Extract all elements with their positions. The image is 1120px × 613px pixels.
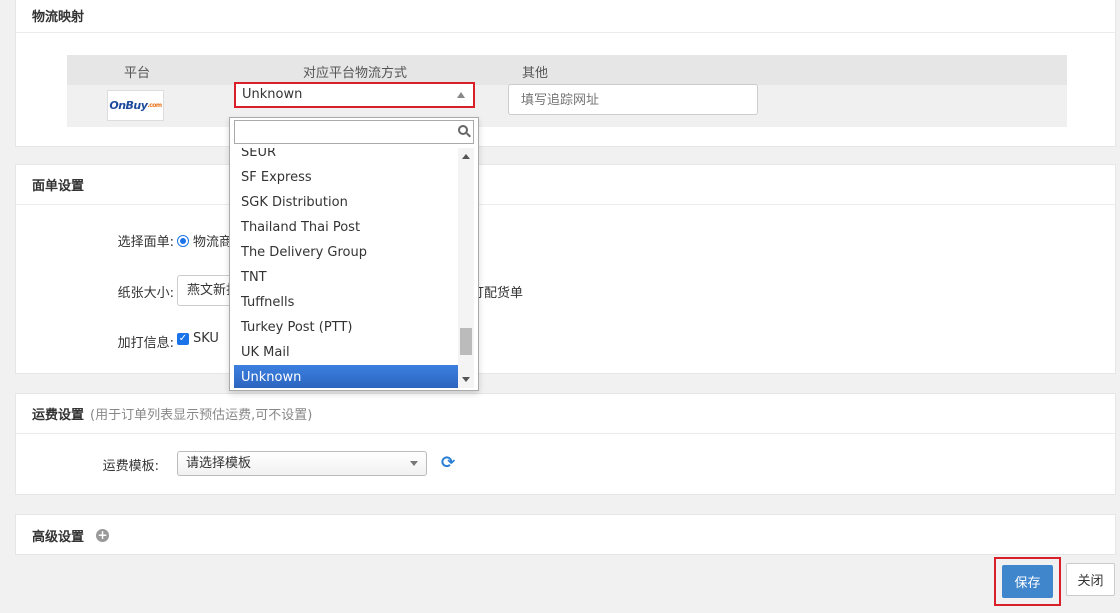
- radio-checked-icon: [177, 234, 189, 247]
- save-button-highlight: 保存: [994, 557, 1061, 606]
- dropdown-option[interactable]: Tuffnells: [234, 290, 458, 315]
- search-icon: [458, 125, 468, 135]
- close-button[interactable]: 关闭: [1066, 563, 1115, 596]
- logistics-mapping-table: 平台 对应平台物流方式 其他 OnBuy .com Unknown: [67, 55, 1067, 127]
- save-button[interactable]: 保存: [1002, 565, 1053, 598]
- dropdown-option[interactable]: SGK Distribution: [234, 190, 458, 215]
- header-platform: 平台: [124, 66, 151, 81]
- chevron-up-icon: [457, 92, 465, 98]
- scroll-down-icon[interactable]: [462, 377, 470, 382]
- freight-settings-header: 运费设置 (用于订单列表显示预估运费,可不设置): [16, 394, 1115, 434]
- dropdown-option[interactable]: UK Mail: [234, 340, 458, 365]
- tracking-url-input[interactable]: [508, 84, 758, 115]
- logistics-method-select[interactable]: Unknown: [234, 82, 475, 108]
- header-method: 对应平台物流方式: [303, 66, 408, 81]
- dropdown-options-list: SEUR SF Express SGK Distribution Thailand T…: [234, 148, 458, 388]
- label-settings-panel: 面单设置 选择面单: 物流商 纸张大小: 燕文新打 打配货单 加打信息: ✓ S…: [15, 164, 1116, 374]
- advanced-settings-header[interactable]: 高级设置 +: [16, 515, 1115, 555]
- freight-template-select[interactable]: 请选择模板: [177, 451, 427, 476]
- dropdown-option[interactable]: Turkey Post (PTT): [234, 315, 458, 340]
- table-row: OnBuy .com Unknown: [67, 82, 1067, 127]
- dropdown-scrollbar[interactable]: [458, 148, 474, 388]
- advanced-settings-panel: 高级设置 +: [15, 514, 1116, 555]
- logistics-method-dropdown: SEUR SF Express SGK Distribution Thailand T…: [229, 117, 479, 391]
- dropdown-option[interactable]: The Delivery Group: [234, 240, 458, 265]
- header-other: 其他: [522, 66, 549, 81]
- template-label: 运费模板:: [102, 459, 159, 474]
- dropdown-option[interactable]: Unknown: [234, 365, 458, 388]
- onbuy-logo: OnBuy .com: [107, 90, 164, 121]
- label-settings-title: 面单设置: [16, 165, 1115, 205]
- dropdown-search-input[interactable]: [234, 120, 474, 144]
- refresh-icon[interactable]: ⟳: [441, 453, 455, 473]
- freight-settings-panel: 运费设置 (用于订单列表显示预估运费,可不设置) 运费模板: 请选择模板 ⟳: [15, 393, 1116, 495]
- sku-checkbox[interactable]: ✓ SKU: [177, 331, 219, 346]
- freight-settings-title: 运费设置: [32, 408, 85, 423]
- extra-info-label: 加打信息:: [117, 336, 174, 351]
- paper-size-label: 纸张大小:: [117, 286, 174, 301]
- expand-plus-icon[interactable]: +: [96, 528, 110, 542]
- scroll-up-icon[interactable]: [462, 154, 470, 159]
- dropdown-option[interactable]: Thailand Thai Post: [234, 215, 458, 240]
- dropdown-option[interactable]: SEUR: [234, 148, 458, 165]
- logistics-mapping-panel: 物流映射 平台 对应平台物流方式 其他 OnBuy .com Unknown: [15, 0, 1116, 147]
- scrollbar-thumb[interactable]: [460, 328, 472, 355]
- advanced-settings-title: 高级设置: [32, 529, 85, 545]
- chevron-down-icon: [410, 461, 418, 466]
- dropdown-option[interactable]: SF Express: [234, 165, 458, 190]
- dropdown-option[interactable]: TNT: [234, 265, 458, 290]
- freight-settings-hint: (用于订单列表显示预估运费,可不设置): [90, 408, 313, 423]
- table-header: 平台 对应平台物流方式 其他: [67, 55, 1067, 85]
- logistics-mapping-title: 物流映射: [16, 0, 1115, 33]
- carrier-radio[interactable]: 物流商: [177, 231, 232, 250]
- select-label-label: 选择面单:: [117, 235, 174, 250]
- checkbox-checked-icon: ✓: [177, 332, 189, 345]
